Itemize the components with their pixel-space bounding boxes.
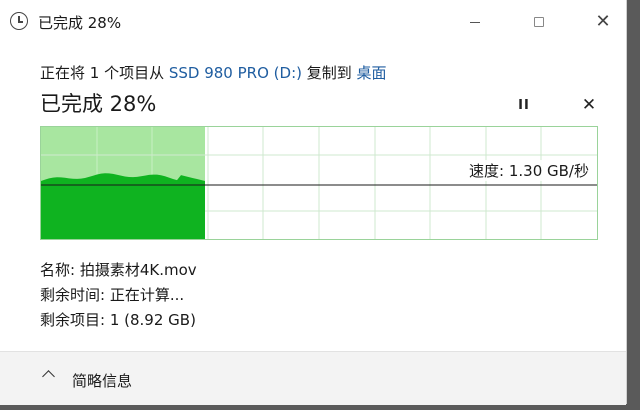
time-remaining: 剩余时间: 正在计算... [40, 286, 185, 304]
transfer-middle: 复制到 [301, 64, 357, 82]
fewer-details-label: 简略信息 [72, 372, 133, 390]
transfer-prefix: 正在将 1 个项目从 [40, 64, 169, 82]
file-name: 名称: 拍摄素材4K.mov [40, 261, 197, 279]
minimize-icon [470, 21, 480, 23]
cancel-button[interactable]: ✕ [579, 95, 599, 115]
close-button[interactable]: ✕ [580, 0, 626, 44]
pause-icon: II [518, 98, 530, 113]
maximize-icon [534, 17, 544, 27]
chevron-up-icon [42, 370, 55, 383]
maximize-button[interactable] [516, 0, 562, 44]
clock-icon [10, 12, 28, 30]
speed-graph: 速度: 1.30 GB/秒 [40, 126, 598, 240]
minimize-button[interactable] [452, 0, 498, 44]
items-remaining: 剩余项目: 1 (8.92 GB) [40, 311, 196, 329]
pause-button[interactable]: II [514, 96, 534, 116]
transfer-description: 正在将 1 个项目从 SSD 980 PRO (D:) 复制到 桌面 [40, 62, 387, 83]
speed-area [41, 173, 205, 239]
destination-link[interactable]: 桌面 [357, 64, 387, 82]
speed-graph-canvas [41, 127, 597, 239]
window-title: 已完成 28% [38, 14, 122, 32]
title-bar: 已完成 28% ✕ [0, 0, 626, 46]
cancel-icon: ✕ [581, 95, 597, 115]
speed-label: 速度: 1.30 GB/秒 [467, 160, 591, 181]
copy-dialog: 已完成 28% ✕ 正在将 1 个项目从 SSD 980 PRO (D:) 复制… [0, 0, 627, 405]
progress-status: 已完成 28% [40, 92, 157, 116]
footer-bar: 简略信息 [0, 351, 626, 405]
close-icon: ✕ [595, 11, 611, 32]
source-link[interactable]: SSD 980 PRO (D:) [169, 64, 302, 82]
